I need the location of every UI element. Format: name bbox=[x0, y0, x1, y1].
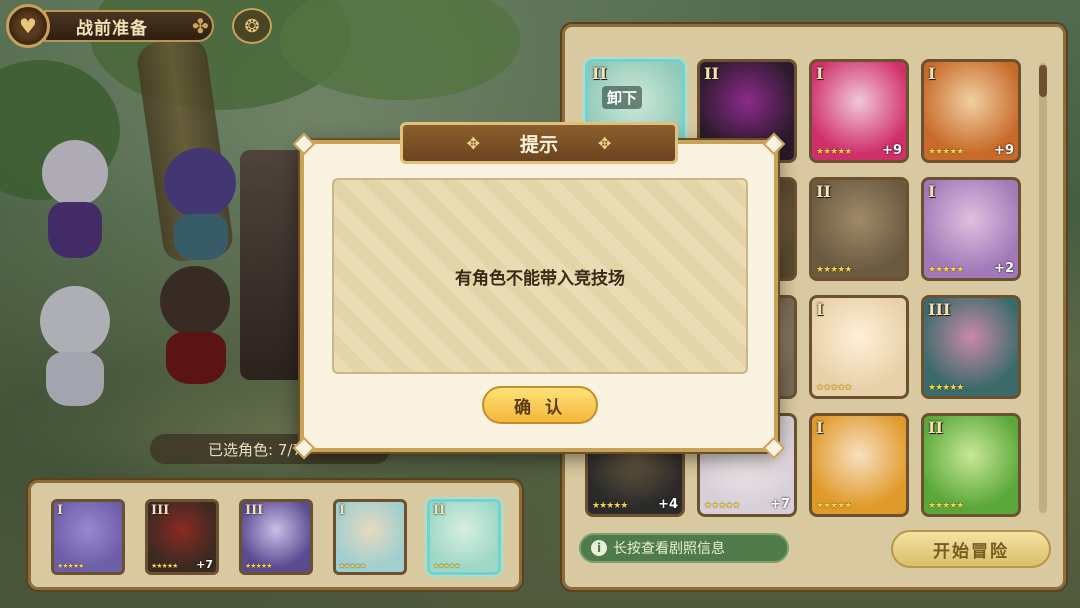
roster-card[interactable]: I ★★★★★ +2 bbox=[921, 177, 1021, 281]
upgrade-level: +4 bbox=[658, 497, 678, 512]
star-rating: ★★★★★ bbox=[433, 562, 460, 570]
roster-card[interactable]: I ★★★★★ bbox=[809, 295, 909, 399]
roster-card[interactable]: I ★★★★★ +9 bbox=[921, 59, 1021, 163]
dialog-title: 提示 bbox=[519, 133, 558, 156]
back-heart-icon: ♥ bbox=[19, 14, 37, 38]
star-rating: ★★★★★ bbox=[339, 562, 366, 570]
star-rating: ★★★★★ bbox=[928, 383, 964, 393]
team-slot[interactable]: II ★★★★★ bbox=[427, 499, 501, 575]
long-press-hint: i 长按查看剧照信息 bbox=[579, 533, 789, 563]
star-rating: ★★★★★ bbox=[816, 265, 852, 275]
upgrade-level: +7 bbox=[196, 558, 213, 571]
roster-scrollbar[interactable] bbox=[1039, 63, 1047, 513]
rank-badge: I bbox=[816, 64, 824, 83]
star-rating: ★★★★★ bbox=[592, 501, 628, 511]
star-rating: ★★★★★ bbox=[704, 501, 740, 511]
unload-label[interactable]: 卸下 bbox=[602, 86, 643, 109]
formation-emblem-icon[interactable]: ❂ bbox=[232, 8, 272, 44]
dialog-message: 有角色不能带入竞技场 bbox=[455, 268, 625, 289]
team-panel: I ★★★★★ III ★★★★★ +7 III ★★★★★ I ★★★★★ II ★★★★★ bbox=[28, 480, 522, 590]
rank-badge: III bbox=[928, 300, 951, 319]
rank-badge: III bbox=[151, 503, 170, 518]
dialog-title-bar: ✥ 提示 ✥ bbox=[400, 122, 678, 164]
info-icon: i bbox=[591, 540, 607, 556]
character-portrait bbox=[812, 416, 906, 514]
team-slot[interactable]: III ★★★★★ bbox=[239, 499, 313, 575]
confirm-label: 确 认 bbox=[514, 397, 566, 418]
upgrade-level: +9 bbox=[994, 143, 1014, 158]
rank-badge: II bbox=[592, 64, 607, 83]
confirm-button[interactable]: 确 认 bbox=[482, 386, 598, 424]
star-rating: ★★★★★ bbox=[928, 501, 964, 511]
team-slot[interactable]: I ★★★★★ bbox=[333, 499, 407, 575]
rank-badge: II bbox=[816, 182, 831, 201]
upgrade-level: +7 bbox=[770, 497, 790, 512]
start-adventure-button[interactable]: 开始冒险 bbox=[891, 530, 1051, 568]
rank-badge: II bbox=[928, 418, 943, 437]
rank-badge: I bbox=[928, 182, 936, 201]
star-rating: ★★★★★ bbox=[816, 501, 852, 511]
star-rating: ★★★★★ bbox=[816, 147, 852, 157]
rank-badge: II bbox=[704, 64, 719, 83]
star-rating: ★★★★★ bbox=[816, 383, 852, 393]
ornament-right-icon: ✥ bbox=[598, 133, 612, 153]
rank-badge: III bbox=[245, 503, 264, 518]
rank-badge: I bbox=[816, 300, 824, 319]
star-rating: ★★★★★ bbox=[928, 147, 964, 157]
team-slot[interactable]: III ★★★★★ +7 bbox=[145, 499, 219, 575]
ornament-left-icon: ✥ bbox=[466, 133, 480, 153]
roster-card[interactable]: II ★★★★★ bbox=[921, 413, 1021, 517]
emblem-glyph: ❂ bbox=[244, 15, 260, 37]
clover-icon: ✤ bbox=[192, 14, 209, 38]
upgrade-level: +2 bbox=[994, 261, 1014, 276]
rank-badge: I bbox=[57, 503, 64, 518]
page-title-text: 战前准备 bbox=[76, 18, 148, 39]
rank-badge: I bbox=[816, 418, 824, 437]
character-portrait bbox=[812, 298, 906, 396]
rank-badge: I bbox=[928, 64, 936, 83]
team-slot[interactable]: I ★★★★★ bbox=[51, 499, 125, 575]
star-rating: ★★★★★ bbox=[57, 562, 84, 570]
rank-badge: I bbox=[339, 503, 346, 518]
rank-badge: II bbox=[433, 503, 446, 518]
page-title: 战前准备 bbox=[44, 10, 214, 42]
selected-count-text: 已选角色: 7/7 bbox=[208, 440, 302, 459]
roster-card[interactable]: II ★★★★★ bbox=[809, 177, 909, 281]
hint-text: 长按查看剧照信息 bbox=[613, 541, 725, 557]
back-button[interactable]: ♥ bbox=[6, 4, 50, 48]
start-adventure-label: 开始冒险 bbox=[933, 541, 1009, 562]
roster-card[interactable]: III ★★★★★ bbox=[921, 295, 1021, 399]
roster-card[interactable]: I ★★★★★ bbox=[809, 413, 909, 517]
roster-card[interactable]: I ★★★★★ +9 bbox=[809, 59, 909, 163]
star-rating: ★★★★★ bbox=[151, 562, 178, 570]
dialog-message-box: 有角色不能带入竞技场 bbox=[332, 178, 748, 374]
scrollbar-thumb[interactable] bbox=[1039, 65, 1047, 97]
upgrade-level: +9 bbox=[882, 143, 902, 158]
star-rating: ★★★★★ bbox=[928, 265, 964, 275]
star-rating: ★★★★★ bbox=[245, 562, 272, 570]
